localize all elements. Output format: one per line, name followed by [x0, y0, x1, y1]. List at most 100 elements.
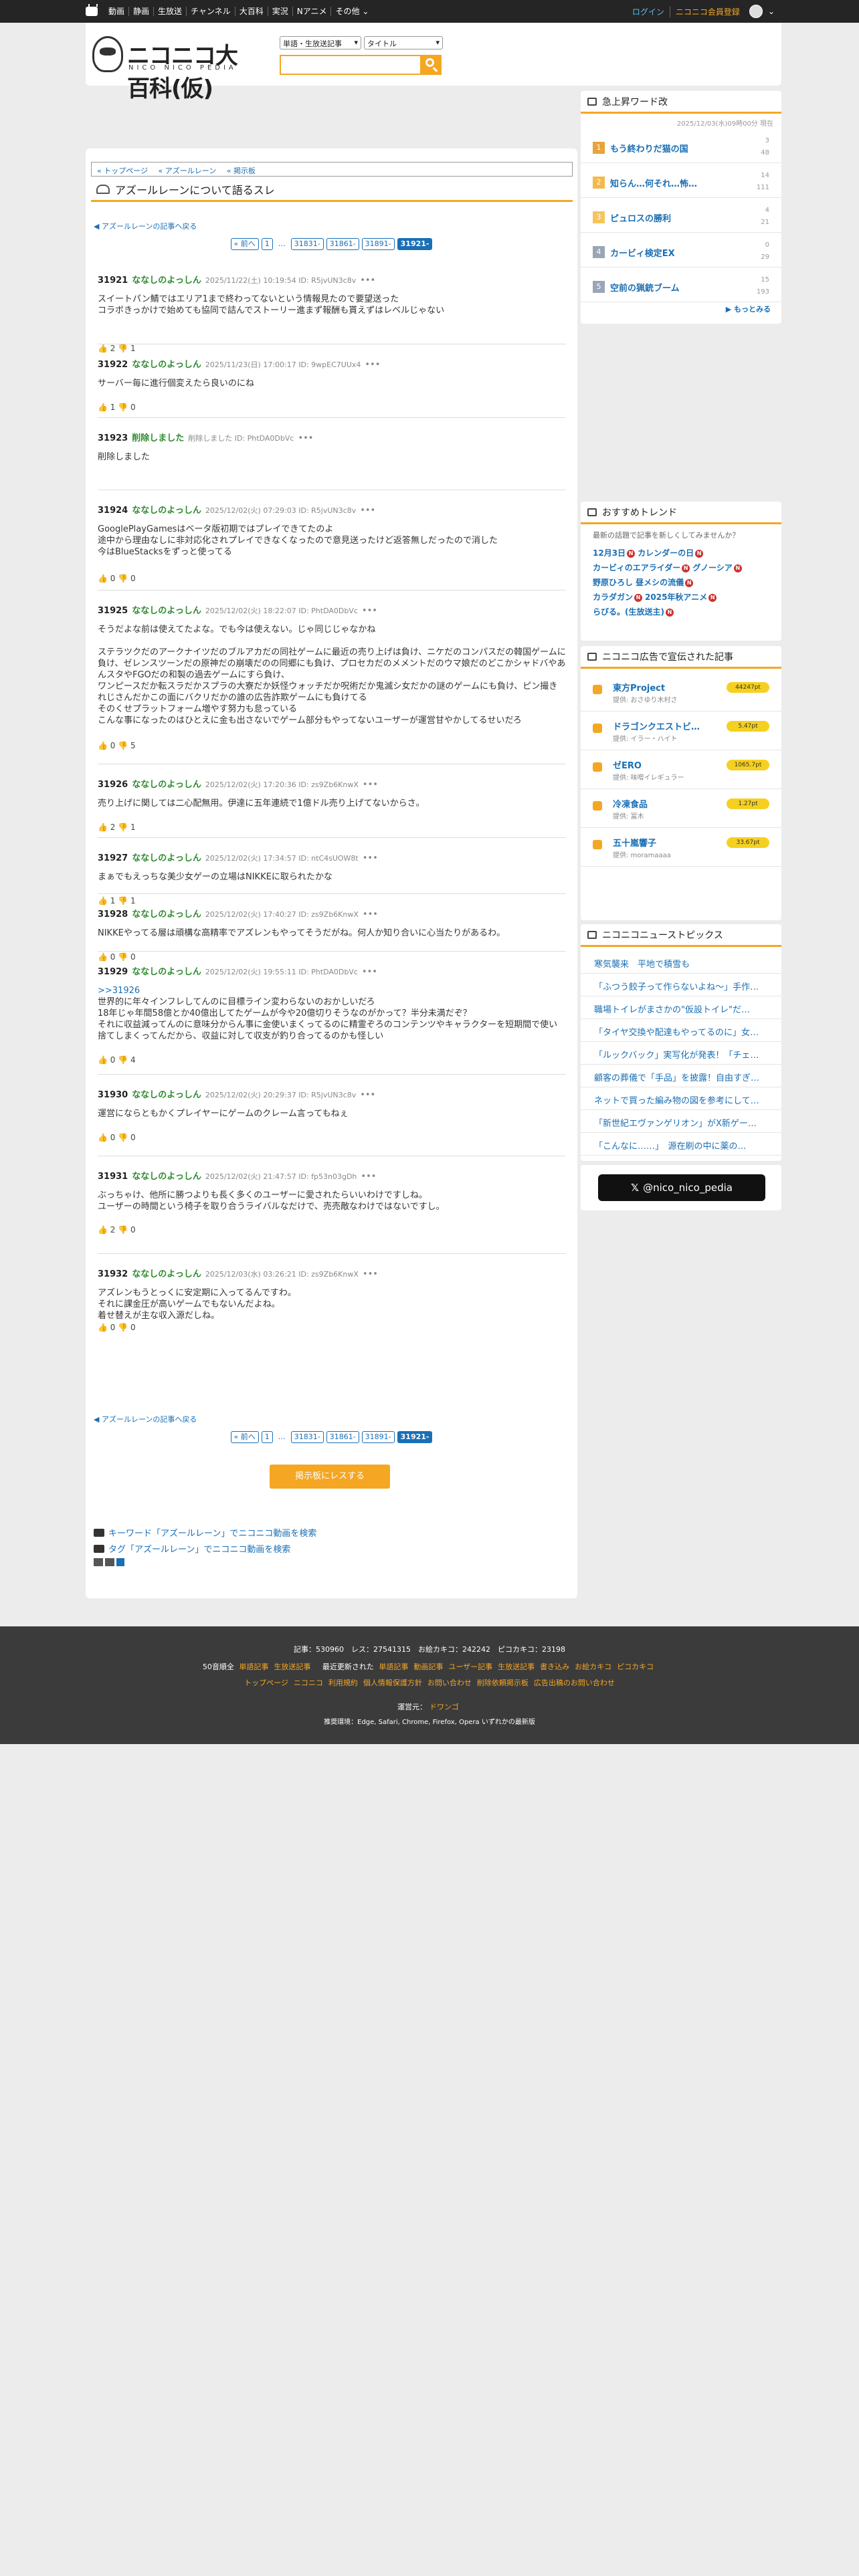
pager-current[interactable]: 31921-: [397, 1431, 433, 1443]
breadcrumb-item[interactable]: « 掲示板: [227, 167, 260, 175]
vote-buttons[interactable]: 👍 2 👎 0: [98, 1225, 136, 1235]
footer-link[interactable]: 生放送記事: [498, 1662, 535, 1671]
footer-link[interactable]: 動画記事: [413, 1662, 443, 1671]
nav-link-other[interactable]: その他 ⌄: [331, 7, 373, 16]
pager-prev[interactable]: « 前へ: [230, 238, 259, 250]
footer-link[interactable]: 書き込み: [540, 1662, 569, 1671]
vote-buttons[interactable]: 👍 0 👎 0: [98, 952, 136, 962]
ranking-more-link[interactable]: もっとみる: [726, 304, 771, 314]
footer-link[interactable]: トップページ: [244, 1679, 288, 1687]
footer-link[interactable]: 利用規約: [328, 1679, 358, 1687]
trend-word[interactable]: カレンダーの日: [638, 548, 694, 558]
ranking-item[interactable]: 1 もう終わりだ猫の国 3 48: [581, 128, 781, 163]
news-item[interactable]: ネットで買った編み物の図を参考にして…: [581, 1087, 781, 1110]
ad-item[interactable]: 冷凍食品 提供: 冨木 1.27pt: [581, 789, 781, 828]
user-avatar-icon[interactable]: [749, 5, 763, 18]
ad-title[interactable]: 東方Project: [613, 681, 713, 693]
vote-buttons[interactable]: 👍 2 👎 1: [98, 823, 136, 832]
footer-link[interactable]: ピコカキコ: [617, 1662, 654, 1671]
more-options-icon[interactable]: •••: [363, 909, 378, 920]
reply-button[interactable]: 掲示板にレスする: [270, 1465, 390, 1489]
nav-link-seiga[interactable]: 静画: [129, 7, 155, 16]
vote-buttons[interactable]: 👍 0 👎 0: [98, 574, 136, 583]
breadcrumb-item[interactable]: « トップページ: [97, 167, 152, 175]
login-link[interactable]: ログイン: [632, 6, 664, 17]
vote-buttons[interactable]: 👍 2 👎 1: [98, 344, 136, 353]
footer-link[interactable]: お問い合わせ: [427, 1679, 472, 1687]
pager-page[interactable]: 31891-: [361, 1431, 395, 1443]
post-number[interactable]: 31925: [98, 606, 128, 616]
trend-word[interactable]: らびる。(生放送主): [593, 607, 664, 617]
post-number[interactable]: 31927: [98, 853, 128, 863]
more-options-icon[interactable]: •••: [298, 433, 313, 443]
pager-current[interactable]: 31921-: [397, 238, 433, 250]
footer-link[interactable]: 削除依頼掲示板: [477, 1679, 529, 1687]
trend-word[interactable]: 野原ひろし 昼メシの流儀: [593, 578, 684, 587]
trend-word[interactable]: 12月3日: [593, 548, 626, 558]
operator-link[interactable]: ドワンゴ: [430, 1703, 459, 1711]
post-number[interactable]: 31922: [98, 360, 128, 370]
post-number[interactable]: 31924: [98, 506, 128, 516]
more-options-icon[interactable]: •••: [363, 1269, 378, 1279]
vote-buttons[interactable]: 👍 0 👎 0: [98, 1133, 136, 1142]
footer-link[interactable]: 生放送記事: [274, 1662, 310, 1671]
more-options-icon[interactable]: •••: [363, 780, 378, 790]
more-options-icon[interactable]: •••: [362, 967, 377, 977]
ranking-item-title[interactable]: もう終わりだ猫の国: [610, 142, 737, 154]
post-number[interactable]: 31923: [98, 433, 128, 443]
footer-link[interactable]: お絵カキコ: [575, 1662, 611, 1671]
trend-word[interactable]: カービィのエアライダー: [593, 563, 680, 572]
back-to-article-link[interactable]: アズールレーンの記事へ戻る: [94, 221, 197, 231]
post-number[interactable]: 31930: [98, 1090, 128, 1100]
footer-link[interactable]: ユーザー記事: [448, 1662, 492, 1671]
trend-word[interactable]: グノーシア: [692, 563, 733, 572]
bookmark-icon[interactable]: [94, 1558, 103, 1566]
post-number[interactable]: 31921: [98, 276, 128, 286]
pager-first[interactable]: 1: [261, 238, 273, 250]
ranking-item-title[interactable]: カービィ検定EX: [610, 246, 737, 259]
post-number[interactable]: 31931: [98, 1172, 128, 1182]
pager-first[interactable]: 1: [261, 1431, 273, 1443]
footer-link[interactable]: ニコニコ: [294, 1679, 323, 1687]
keyword-search-link[interactable]: キーワード「アズールレーン」でニコニコ動画を検索: [94, 1526, 316, 1539]
back-to-article-link[interactable]: アズールレーンの記事へ戻る: [94, 1414, 197, 1424]
nav-link-channel[interactable]: チャンネル: [187, 7, 235, 16]
trend-word[interactable]: カラダガン: [593, 593, 633, 602]
ranking-item[interactable]: 2 知らん…何それ…怖… 14 111: [581, 163, 781, 198]
x-follow-button[interactable]: 𝕏 @nico_nico_pedia: [598, 1174, 765, 1201]
nav-link-nanime[interactable]: Nアニメ: [293, 7, 332, 16]
ad-item[interactable]: 東方Project 提供: おさゆり木村さ 44247pt: [581, 673, 781, 712]
news-item[interactable]: 職場トイレがまさかの"仮設トイレ"だ…: [581, 996, 781, 1019]
footer-link[interactable]: 個人情報保護方針: [363, 1679, 422, 1687]
tag-search-link[interactable]: タグ「アズールレーン」でニコニコ動画を検索: [94, 1542, 290, 1555]
search-button[interactable]: [420, 55, 442, 75]
post-number[interactable]: 31932: [98, 1269, 128, 1279]
nav-link-video[interactable]: 動画: [104, 7, 130, 16]
share-icon[interactable]: [116, 1558, 124, 1566]
post-body-line[interactable]: >>31926: [98, 985, 566, 996]
vote-buttons[interactable]: 👍 1 👎 1: [98, 896, 136, 905]
news-item[interactable]: 「新世紀エヴァンゲリオン」がX新ゲー…: [581, 1110, 781, 1133]
pager-prev[interactable]: « 前へ: [230, 1431, 259, 1443]
more-options-icon[interactable]: •••: [362, 606, 377, 616]
ad-item[interactable]: ゼERO 提供: 味噌イレギュラー 1065.7pt: [581, 750, 781, 789]
vote-buttons[interactable]: 👍 0 👎 5: [98, 741, 136, 750]
news-item[interactable]: 「ルックバック」実写化が発表！「チェ…: [581, 1042, 781, 1065]
ranking-item[interactable]: 5 空前の猟銃ブーム 15 193: [581, 267, 781, 302]
vote-buttons[interactable]: 👍 1 👎 0: [98, 403, 136, 412]
pager-page[interactable]: 31861-: [326, 1431, 359, 1443]
news-item[interactable]: 「ふつう餃子って作らないよね～」手作…: [581, 974, 781, 996]
trend-word[interactable]: 2025年秋アニメ: [645, 593, 707, 602]
ad-title[interactable]: ドラゴンクエストビ…: [613, 720, 713, 732]
niconico-tv-icon[interactable]: [86, 4, 98, 16]
site-logo[interactable]: ニコニコ大百科(仮) NICO NICO PEDIA: [92, 36, 253, 102]
ranking-item-title[interactable]: ピュロスの勝利: [610, 211, 737, 224]
more-options-icon[interactable]: •••: [360, 506, 375, 516]
footer-link[interactable]: 広告出稿のお問い合わせ: [534, 1679, 615, 1687]
news-item[interactable]: 「タイヤ交換や配達もやってるのに」女…: [581, 1019, 781, 1042]
ad-item[interactable]: ドラゴンクエストビ… 提供: イラー・ハイト 5.47pt: [581, 712, 781, 750]
field-select[interactable]: タイトル: [364, 36, 443, 49]
more-options-icon[interactable]: •••: [363, 853, 378, 863]
news-item[interactable]: 寒気襲来 平地で積雪も: [581, 951, 781, 974]
nav-link-pedia[interactable]: 大百科: [235, 7, 268, 16]
